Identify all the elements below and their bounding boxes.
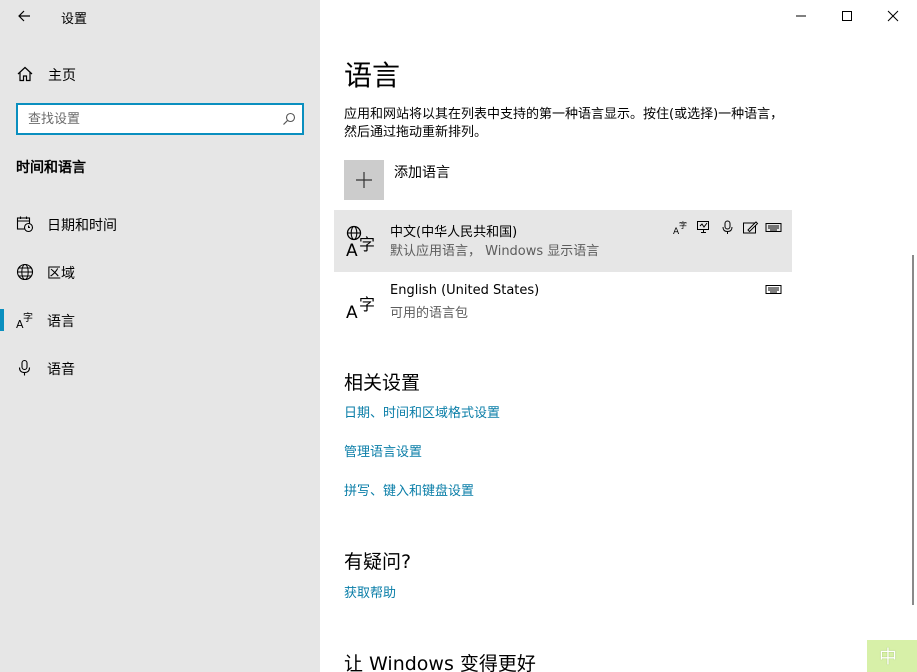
keyboard-icon: [765, 220, 782, 235]
minimize-icon: [796, 15, 806, 17]
globe-icon: [16, 263, 34, 281]
add-language-button[interactable]: 添加语言: [344, 160, 764, 200]
app-title: 设置: [61, 12, 88, 27]
link-manage-language-settings[interactable]: 管理语言设置: [344, 441, 422, 460]
question-heading: 有疑问?: [344, 551, 412, 573]
calendar-clock-icon: [16, 216, 34, 233]
link-date-time-region-format[interactable]: 日期、时间和区域格式设置: [344, 402, 500, 421]
close-icon: [887, 10, 899, 22]
search-icon[interactable]: [282, 112, 296, 126]
speech-recognition-icon: [719, 220, 736, 235]
handwriting-icon: [742, 220, 759, 235]
sidebar-item-label: 语言: [47, 314, 75, 330]
ime-indicator[interactable]: 中: [867, 640, 917, 672]
scrollbar[interactable]: [912, 255, 914, 605]
plus-icon-tile[interactable]: [344, 160, 384, 200]
sidebar: 设置 主页 时间和语言 日期和时间 区域 A: [0, 0, 320, 672]
plus-icon: [356, 172, 372, 188]
language-item-chinese[interactable]: A 字 中文(中华人民共和国) 默认应用语言， Windows 显示语言 A字: [334, 210, 792, 272]
page-description: 应用和网站将以其在列表中支持的第一种语言显示。按住(或选择)一种语言，然后通过拖…: [344, 107, 784, 140]
language-name: English (United States): [390, 283, 540, 298]
maximize-button[interactable]: [824, 0, 870, 32]
display-language-icon: A字: [673, 220, 690, 237]
language-item-english[interactable]: A 字 English (United States) 可用的语言包: [334, 272, 792, 334]
close-button[interactable]: [870, 0, 916, 32]
svg-text:A: A: [346, 241, 358, 258]
back-button[interactable]: [12, 4, 36, 28]
sidebar-item-label: 语音: [47, 362, 75, 378]
sidebar-item-region[interactable]: 区域: [0, 252, 320, 292]
svg-text:字: 字: [359, 295, 375, 314]
sidebar-item-label: 日期和时间: [47, 218, 117, 234]
improve-windows-heading: 让 Windows 变得更好: [344, 653, 536, 672]
microphone-icon: [18, 359, 31, 376]
language-globe-glyph-icon: A 字: [346, 225, 375, 258]
svg-text:字: 字: [23, 311, 33, 324]
search-box[interactable]: [16, 103, 304, 135]
add-language-label: 添加语言: [394, 165, 450, 181]
language-name: 中文(中华人民共和国): [390, 225, 518, 240]
sidebar-item-label: 主页: [48, 68, 76, 84]
language-features: [765, 282, 782, 297]
minimize-button[interactable]: [778, 0, 824, 32]
sidebar-item-label: 区域: [47, 266, 75, 282]
svg-text:字: 字: [359, 235, 375, 254]
link-get-help[interactable]: 获取帮助: [344, 582, 396, 601]
page-title: 语言: [344, 59, 401, 92]
sidebar-item-home[interactable]: 主页: [0, 58, 320, 88]
language-icon: A 字: [16, 311, 33, 329]
back-arrow-icon: [18, 10, 30, 22]
svg-text:A: A: [346, 303, 358, 320]
keyboard-icon: [765, 282, 782, 297]
active-indicator: [0, 309, 4, 331]
sidebar-item-language[interactable]: A 字 语言: [0, 300, 320, 340]
language-features: A字: [673, 220, 782, 237]
home-icon: [17, 66, 33, 82]
related-settings-heading: 相关设置: [344, 372, 421, 394]
ime-label: 中: [879, 647, 897, 668]
link-spelling-typing-keyboard[interactable]: 拼写、键入和键盘设置: [344, 480, 474, 499]
language-sub: 默认应用语言， Windows 显示语言: [390, 244, 600, 259]
language-sub: 可用的语言包: [390, 306, 469, 321]
search-input[interactable]: [18, 105, 278, 133]
sidebar-item-date-time[interactable]: 日期和时间: [0, 204, 320, 244]
sidebar-item-speech[interactable]: 语音: [0, 348, 320, 388]
text-to-speech-icon: [696, 220, 713, 235]
sidebar-section-title: 时间和语言: [16, 160, 86, 176]
language-glyph-icon: A 字: [346, 295, 375, 320]
maximize-icon: [842, 11, 852, 21]
svg-text:字: 字: [679, 220, 687, 230]
